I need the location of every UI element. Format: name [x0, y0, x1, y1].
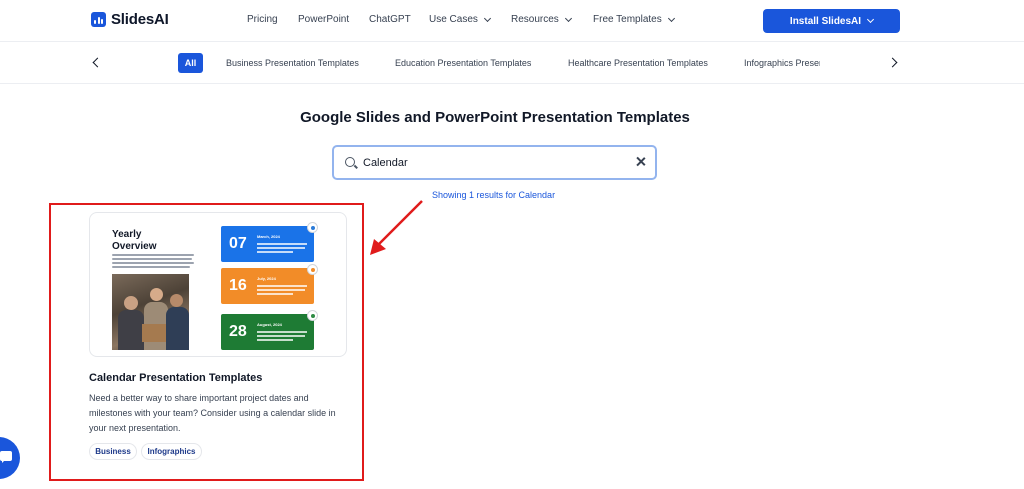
date-label: March, 2024	[257, 234, 280, 239]
chevron-down-icon	[564, 14, 572, 22]
date-day: 28	[229, 323, 247, 340]
install-button-label: Install SlidesAI	[789, 15, 862, 27]
search-icon	[345, 157, 355, 167]
chevron-down-icon	[867, 15, 875, 24]
logo[interactable]: SlidesAI	[91, 11, 169, 28]
category-education[interactable]: Education Presentation Templates	[395, 58, 531, 68]
nav-free-templates-label: Free Templates	[593, 14, 662, 25]
thumbnail-photo	[112, 274, 189, 350]
search-box[interactable]	[332, 145, 657, 180]
chevron-down-icon	[483, 14, 491, 22]
close-icon[interactable]	[635, 156, 647, 168]
nav-resources-label: Resources	[511, 14, 559, 25]
date-block-3: 28 August, 2024	[221, 310, 318, 350]
nav-free-templates[interactable]: Free Templates	[593, 14, 675, 25]
scroll-left-icon[interactable]	[92, 57, 103, 68]
nav-use-cases-label: Use Cases	[429, 14, 478, 25]
page-title: Google Slides and PowerPoint Presentatio…	[300, 109, 690, 126]
nav-use-cases[interactable]: Use Cases	[429, 14, 491, 25]
date-block-2: 16 July, 2024	[221, 264, 318, 304]
date-block-1: 07 March, 2024	[221, 222, 318, 262]
category-bar: All Business Presentation Templates Educ…	[0, 42, 1024, 84]
nav-pricing-label: Pricing	[247, 14, 278, 25]
install-slidesai-button[interactable]: Install SlidesAI	[763, 9, 900, 33]
annotation-arrow	[370, 200, 423, 255]
tag-infographics[interactable]: Infographics	[141, 443, 202, 460]
template-thumbnail[interactable]: Yearly Overview 07 March, 2024 16 July, …	[89, 212, 347, 357]
leaf-icon	[307, 310, 318, 321]
top-navbar: SlidesAI Pricing PowerPoint ChatGPT Use …	[0, 0, 1024, 42]
nav-pricing[interactable]: Pricing	[247, 14, 278, 25]
nav-resources[interactable]: Resources	[511, 14, 572, 25]
date-day: 07	[229, 235, 247, 252]
scroll-right-icon[interactable]	[887, 57, 898, 68]
search-input[interactable]	[363, 155, 613, 171]
date-label: July, 2024	[257, 276, 276, 281]
nav-powerpoint-label: PowerPoint	[298, 14, 350, 25]
nav-powerpoint[interactable]: PowerPoint	[298, 14, 349, 25]
leaf-icon	[307, 222, 318, 233]
category-all[interactable]: All	[178, 53, 203, 73]
brand-name: SlidesAI	[111, 11, 169, 28]
chat-widget-button[interactable]	[0, 437, 20, 479]
results-count-text: Showing 1 results for Calendar	[432, 190, 556, 200]
category-healthcare[interactable]: Healthcare Presentation Templates	[568, 58, 708, 68]
slidesai-logo-icon	[91, 12, 106, 27]
thumbnail-body-lines	[112, 254, 194, 270]
card-description: Need a better way to share important pro…	[89, 393, 336, 433]
chat-icon	[0, 451, 12, 463]
category-business[interactable]: Business Presentation Templates	[226, 58, 359, 68]
date-label: August, 2024	[257, 322, 282, 327]
chevron-down-icon	[667, 14, 675, 22]
category-infographics[interactable]: Infographics Presentation Templates	[744, 58, 820, 68]
tag-business[interactable]: Business	[89, 443, 137, 460]
nav-chatgpt-label: ChatGPT	[369, 14, 411, 25]
date-day: 16	[229, 277, 247, 294]
card-title[interactable]: Calendar Presentation Templates	[89, 372, 262, 384]
nav-chatgpt[interactable]: ChatGPT	[369, 14, 411, 25]
sun-icon	[307, 264, 318, 275]
thumbnail-heading: Yearly Overview	[112, 229, 157, 252]
